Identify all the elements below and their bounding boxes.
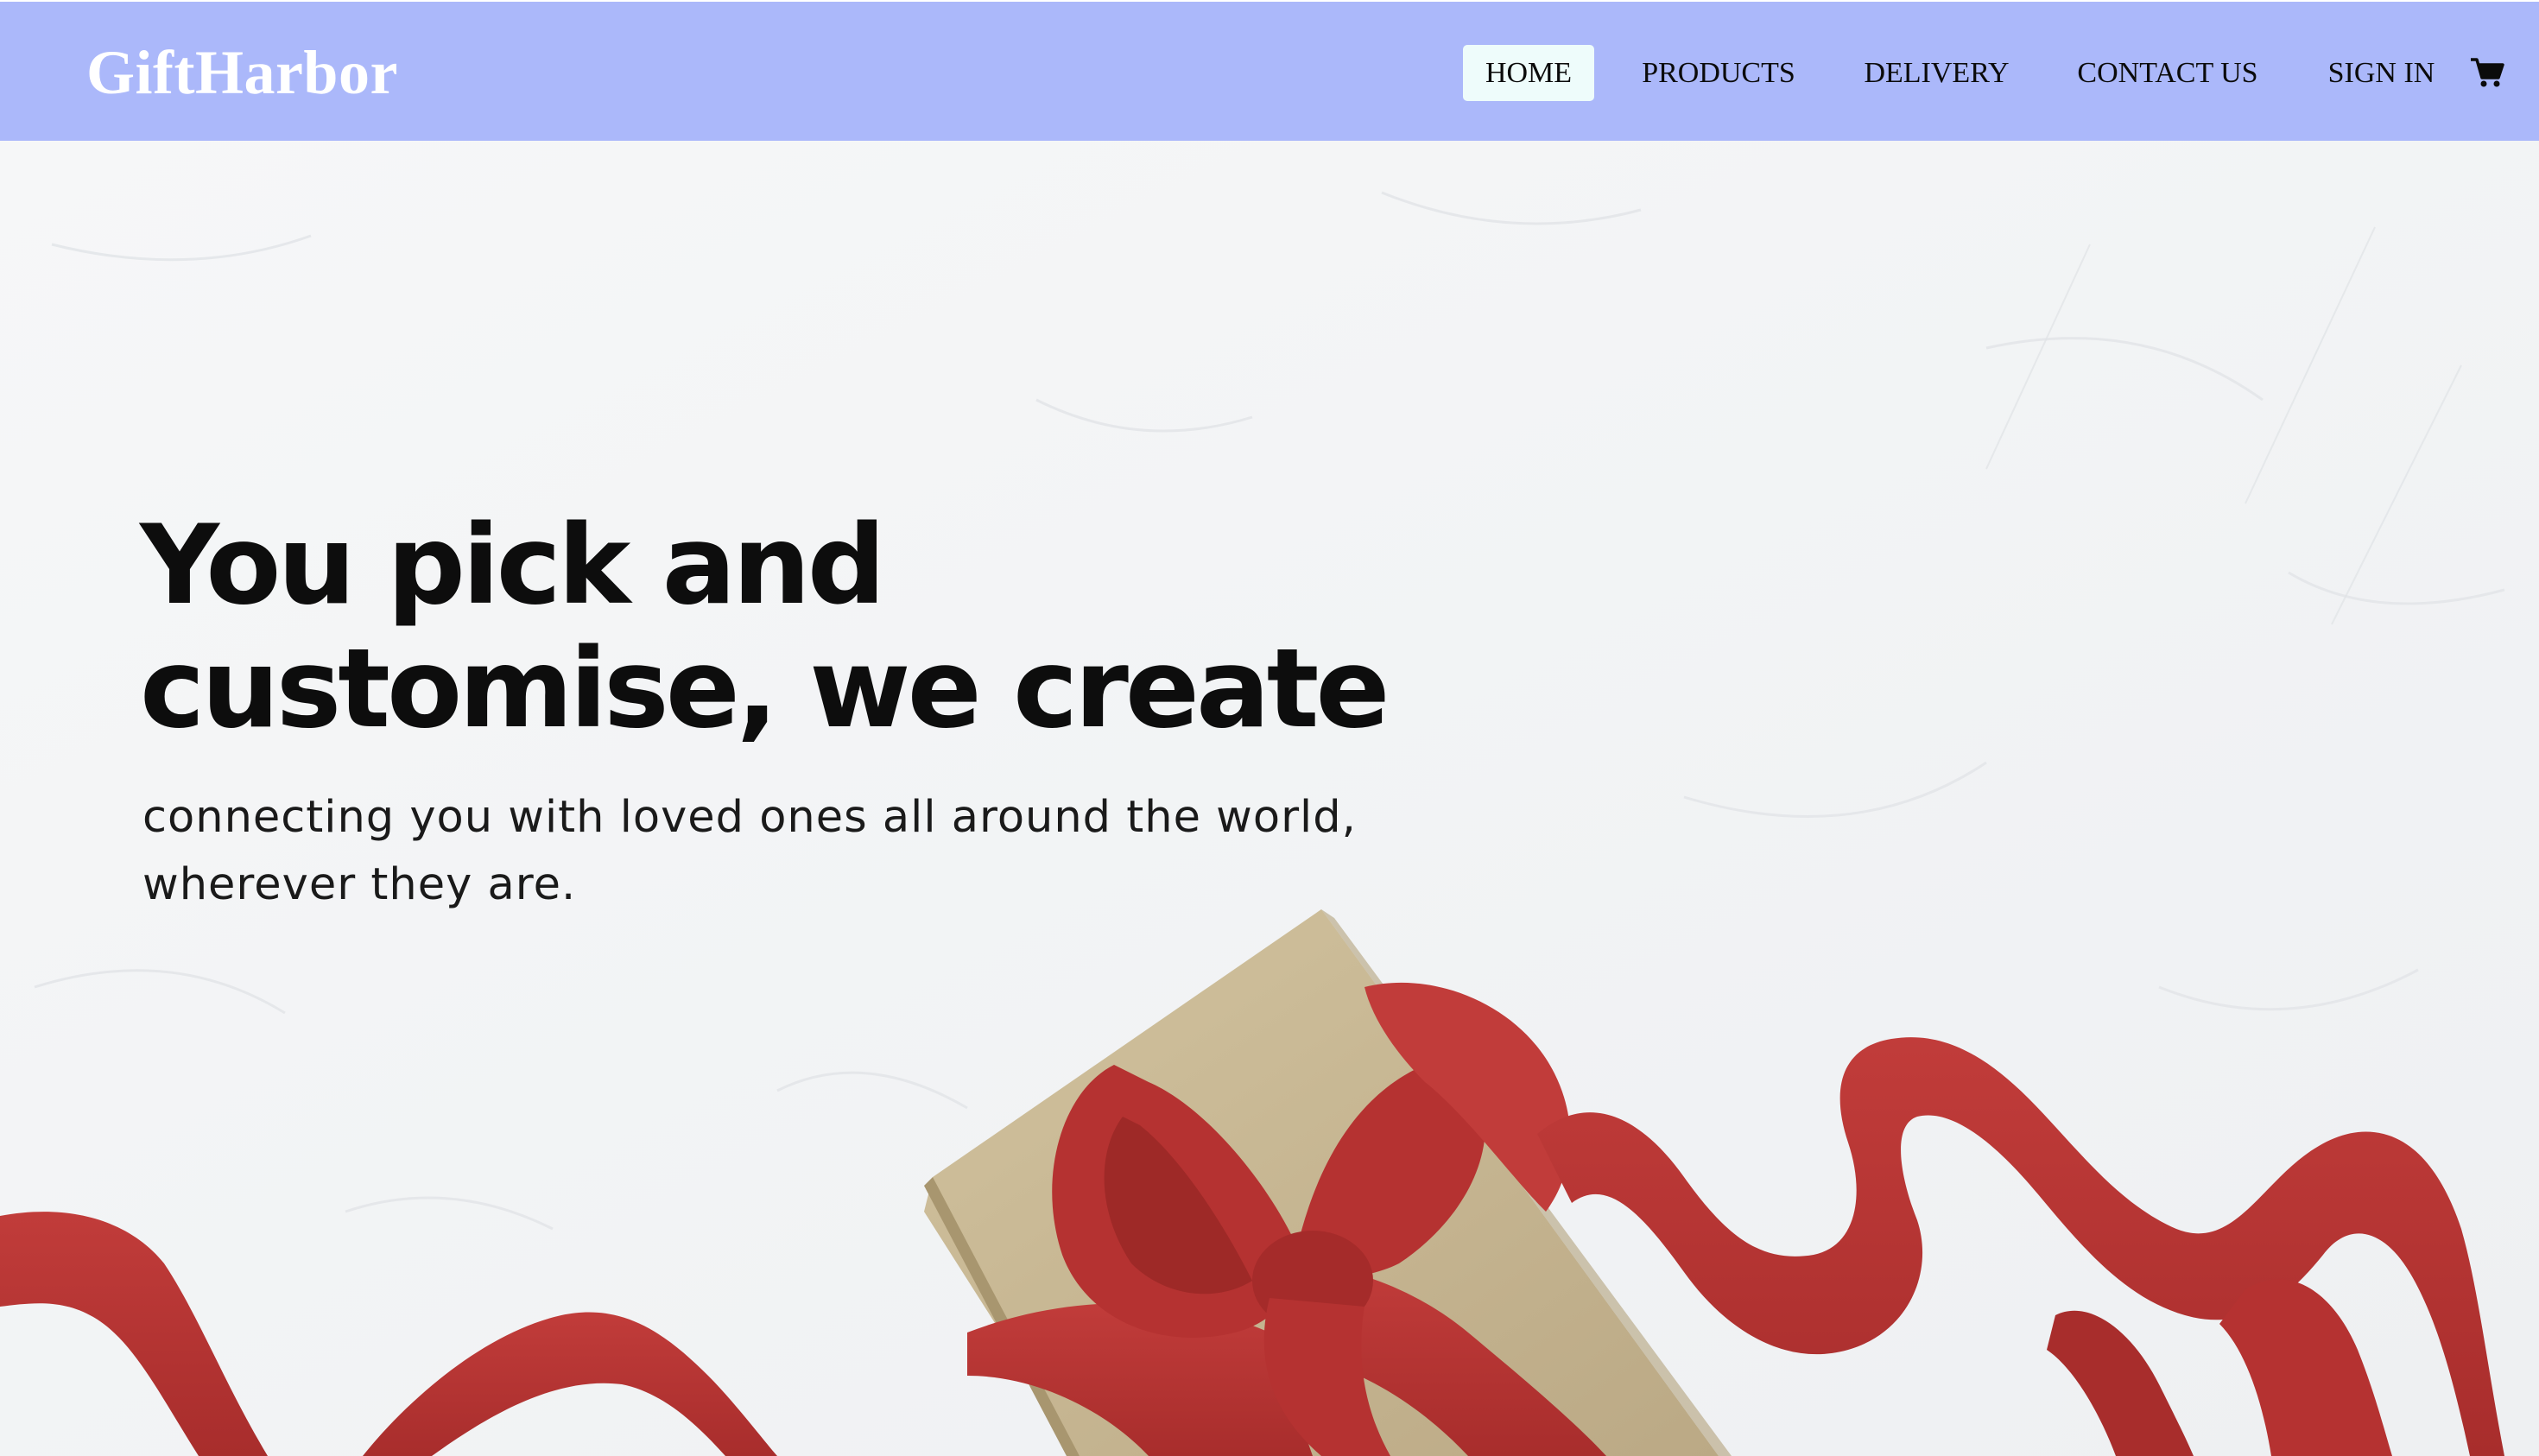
hero-headline: You pick and customise, we create [140, 501, 1390, 752]
hero-subheadline: connecting you with loved ones all aroun… [142, 792, 1357, 910]
nav-sign-in[interactable]: SIGN IN [2323, 45, 2440, 101]
shopping-cart-icon[interactable] [2470, 57, 2504, 88]
nav-products[interactable]: PRODUCTS [1624, 45, 1814, 101]
brand-logo[interactable]: GiftHarbor [86, 38, 398, 107]
nav-contact-us[interactable]: CONTACT US [2064, 45, 2271, 101]
top-navbar: GiftHarbor HOME PRODUCTS DELIVERY CONTAC… [0, 0, 2539, 141]
nav-home[interactable]: HOME [1463, 45, 1594, 101]
nav-delivery[interactable]: DELIVERY [1857, 45, 2017, 101]
hero-section: You pick and customise, we create connec… [0, 141, 2539, 1456]
